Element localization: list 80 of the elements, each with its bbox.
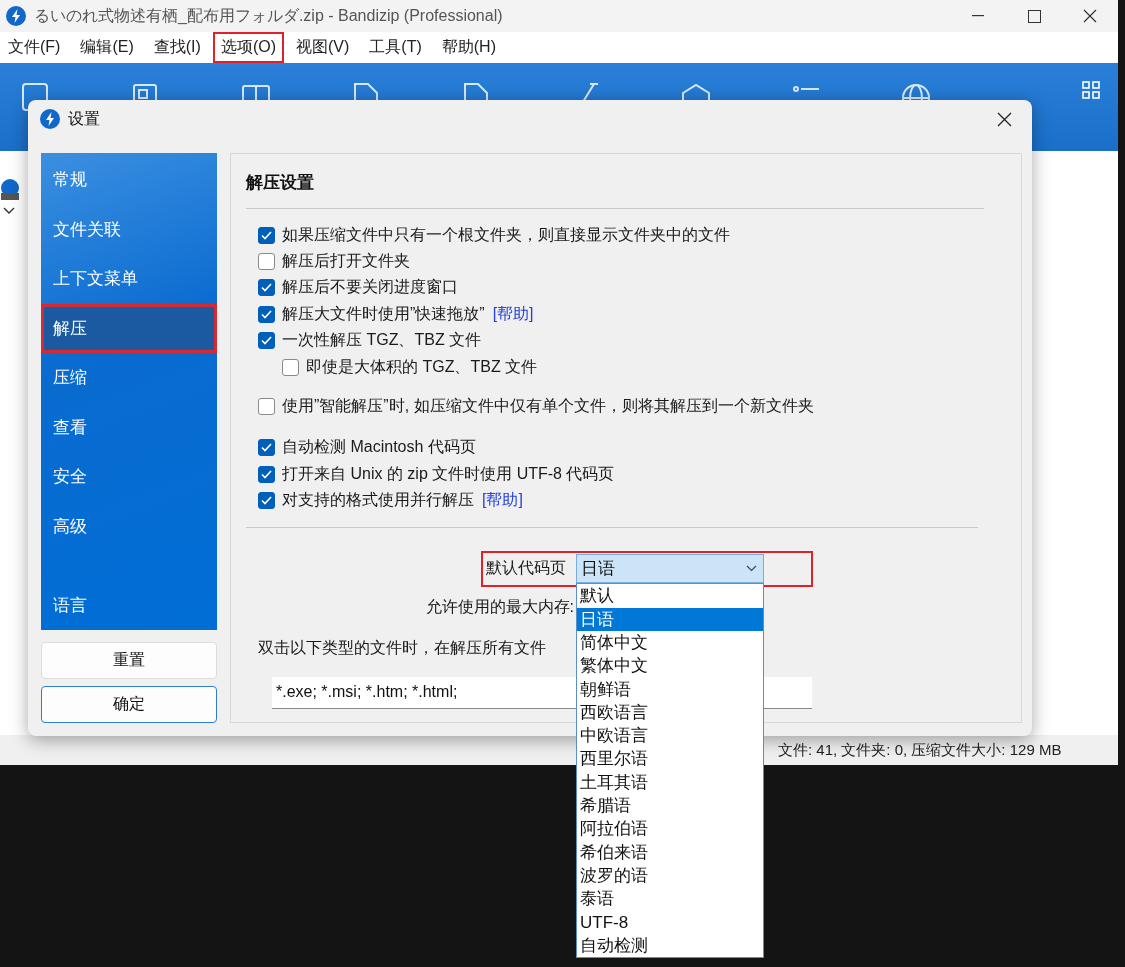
option-label: 使用”智能解压”时, 如压缩文件中仅有单个文件，则将其解压到一个新文件夹	[282, 396, 814, 417]
dialog-logo-icon	[40, 109, 60, 129]
dialog-title: 设置	[68, 108, 101, 129]
close-icon	[996, 111, 1012, 127]
dropdown-option[interactable]: 希伯来语	[577, 840, 763, 864]
chevron-down-icon[interactable]	[3, 207, 15, 215]
checkmark-icon	[261, 230, 272, 240]
field-label: 默认代码页	[486, 558, 566, 579]
option-label: 解压后不要关闭进度窗口	[282, 277, 458, 298]
menu-item[interactable]: 文件(F)	[0, 32, 69, 63]
checkbox[interactable]	[258, 492, 275, 510]
dropdown-option[interactable]: 阿拉伯语	[577, 817, 763, 841]
sidebar-item[interactable]: 高级	[41, 501, 217, 551]
section-title: 解压设置	[246, 172, 315, 194]
menu-item[interactable]: 编辑(E)	[72, 32, 142, 63]
sidebar-item[interactable]: 语言	[41, 580, 217, 630]
checkmark-icon	[261, 309, 272, 319]
checkmark-icon	[261, 469, 272, 479]
dropdown-option[interactable]: 简体中文	[577, 631, 763, 655]
close-icon	[1083, 9, 1097, 23]
maximize-icon	[1027, 9, 1041, 23]
window-title: るいのれ式物述有栖_配布用フォルダ.zip - Bandizip (Professional)	[34, 5, 504, 26]
dropdown-option[interactable]: 波罗的语	[577, 863, 763, 888]
option-label: 即使是大体积的 TGZ、TBZ 文件	[306, 356, 538, 377]
sidebar-item[interactable]: 文件关联	[41, 204, 217, 254]
checkbox[interactable]	[258, 439, 275, 457]
option-label: 打开来自 Unix 的 zip 文件时使用 UTF-8 代码页	[282, 463, 615, 484]
sidebar-item[interactable]: 安全	[41, 452, 217, 502]
dropdown-option[interactable]: 朝鲜语	[577, 677, 763, 701]
dropdown-option[interactable]: 繁体中文	[577, 654, 763, 678]
dropdown-option[interactable]: 土耳其语	[577, 770, 763, 795]
help-link[interactable]: [帮助]	[482, 490, 523, 512]
sidebar-item[interactable]: 压缩	[41, 353, 217, 403]
dropdown-option[interactable]: 泰语	[577, 887, 763, 911]
field-label: 允许使用的最大内存:	[425, 597, 574, 615]
zip-file-icon	[0, 179, 20, 201]
checkmark-icon	[261, 496, 272, 506]
option-label: 自动检测 Macintosh 代码页	[282, 437, 476, 458]
minimize-icon	[972, 15, 984, 17]
menu-item[interactable]: 视图(V)	[288, 32, 358, 63]
option-label: 解压后打开文件夹	[282, 251, 410, 272]
option-label: 解压大文件时使用”快速拖放”	[282, 303, 485, 324]
ok-button[interactable]: 确定	[41, 686, 217, 723]
checkmark-icon	[261, 283, 272, 293]
instruction-text: 双击以下类型的文件时，在解压所有文件	[258, 637, 546, 658]
grid-icon[interactable]	[1082, 81, 1100, 99]
menu-item[interactable]: 工具(T)	[361, 32, 430, 63]
sidebar-item[interactable]: 上下文菜单	[41, 254, 217, 304]
dropdown-option[interactable]: 西里尔语	[577, 747, 763, 771]
app-logo-icon	[6, 6, 26, 26]
sidebar-item[interactable]: 解压	[41, 303, 217, 353]
checkbox[interactable]	[258, 305, 275, 323]
checkbox[interactable]	[282, 358, 299, 376]
dropdown-option[interactable]: 希腊语	[577, 794, 763, 818]
sidebar-item[interactable]: 查看	[41, 402, 217, 452]
checkbox[interactable]	[258, 332, 275, 350]
checkbox[interactable]	[258, 465, 275, 483]
reset-button[interactable]: 重置	[41, 642, 217, 679]
code-page-dropdown[interactable]: 日语	[576, 554, 764, 584]
help-link[interactable]: [帮助]	[492, 303, 534, 325]
option-label: 一次性解压 TGZ、TBZ 文件	[282, 330, 482, 351]
checkbox[interactable]	[258, 226, 275, 244]
checkmark-icon	[261, 443, 272, 453]
checkbox[interactable]	[258, 279, 275, 297]
sidebar-item[interactable]: 常规	[41, 155, 217, 205]
checkbox[interactable]	[258, 253, 275, 271]
option-label: 如果压缩文件中只有一个根文件夹，则直接显示文件夹中的文件	[282, 224, 730, 245]
chevron-down-icon	[746, 565, 757, 573]
status-text: 文件: 41, 文件夹: 0, 压缩文件大小: 129 MB	[778, 740, 1062, 760]
dropdown-option[interactable]: 中欧语言	[577, 724, 763, 748]
checkbox[interactable]	[258, 398, 275, 416]
dropdown-option[interactable]: 日语	[577, 607, 763, 631]
menu-item[interactable]: 选项(O)	[212, 32, 284, 63]
dropdown-option[interactable]: 默认	[577, 584, 763, 608]
menu-item[interactable]: 帮助(H)	[433, 32, 504, 63]
menu-item[interactable]: 查找(I)	[145, 32, 209, 63]
option-label: 对支持的格式使用并行解压	[282, 490, 474, 511]
dropdown-option[interactable]: 自动检测	[577, 933, 763, 958]
checkmark-icon	[261, 336, 272, 346]
dropdown-option[interactable]: UTF-8	[577, 910, 763, 934]
